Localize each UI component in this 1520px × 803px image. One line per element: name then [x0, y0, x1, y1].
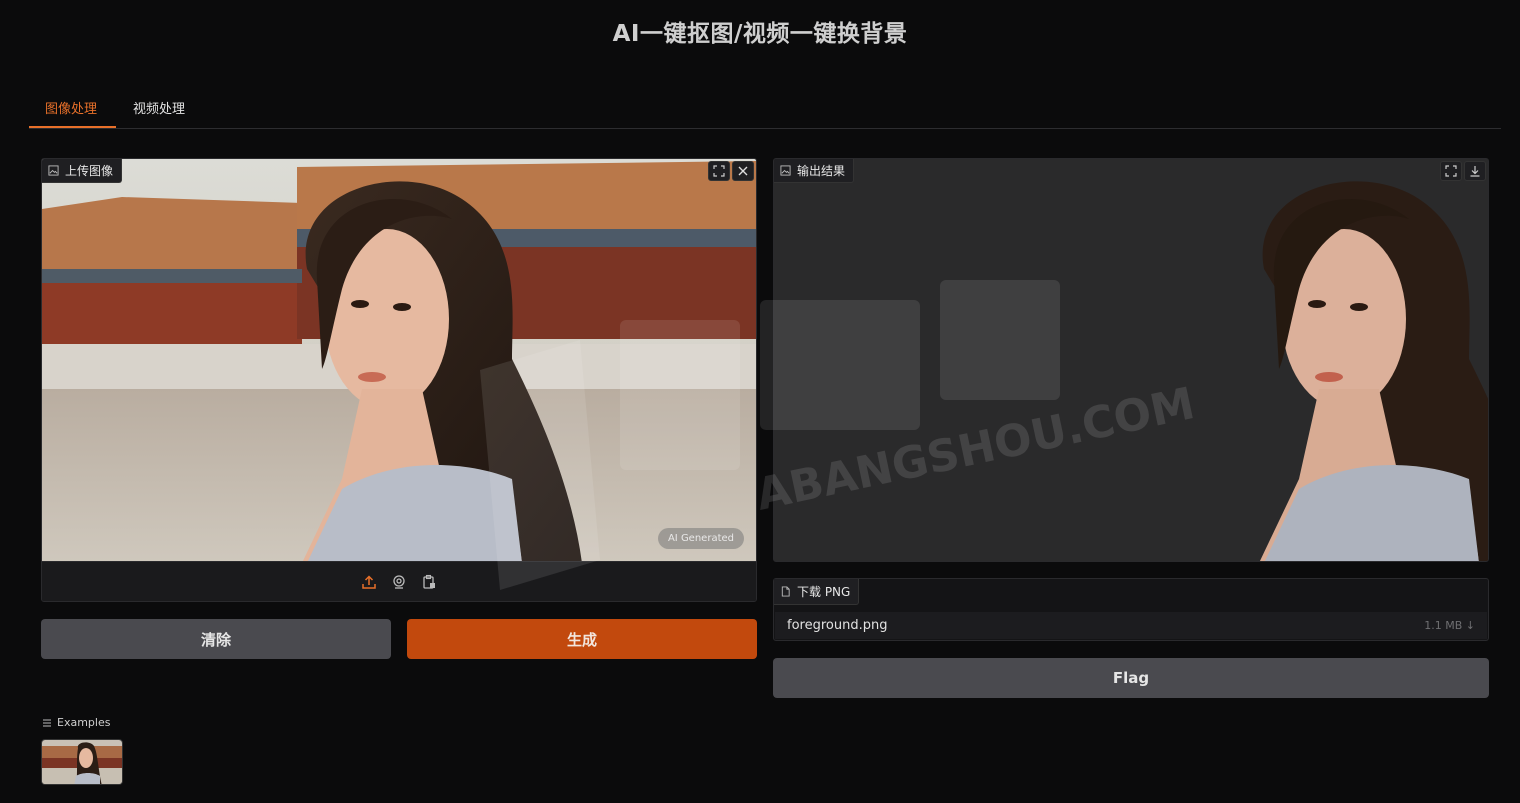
ai-generated-badge: AI Generated	[657, 528, 744, 549]
image-icon	[48, 165, 59, 176]
clipboard-icon	[423, 574, 435, 589]
image-source-toolbar	[42, 561, 756, 601]
clipboard-source-button[interactable]	[420, 573, 438, 591]
clear-button[interactable]: 清除	[41, 619, 391, 659]
output-photo	[774, 159, 1488, 561]
examples-label: Examples	[57, 716, 111, 729]
fullscreen-button[interactable]	[708, 161, 730, 181]
output-panel-actions	[1440, 161, 1486, 181]
flag-button[interactable]: Flag	[773, 658, 1489, 698]
download-png-panel: 下载 PNG foreground.png 1.1 MB ↓	[773, 578, 1489, 641]
output-panel-label-text: 输出结果	[797, 164, 846, 178]
tab-video-processing[interactable]: 视频处理	[133, 96, 203, 128]
clear-image-button[interactable]	[732, 161, 754, 181]
input-panel-actions	[708, 161, 754, 181]
webcam-source-button[interactable]	[390, 573, 408, 591]
upload-icon	[362, 574, 376, 589]
file-icon	[781, 586, 790, 597]
app-title: AI一键抠图/视频一键换背景	[612, 21, 908, 47]
image-icon	[780, 165, 791, 176]
list-icon	[43, 719, 51, 726]
upload-source-button[interactable]	[360, 573, 378, 591]
download-png-label-text: 下载 PNG	[797, 585, 851, 599]
generate-button[interactable]: 生成	[407, 619, 757, 659]
file-name-link[interactable]: foreground.png	[787, 618, 887, 633]
close-icon	[738, 166, 748, 176]
download-png-label: 下载 PNG	[774, 579, 860, 605]
tab-bar: 图像处理 视频处理	[29, 96, 1501, 129]
output-fullscreen-button[interactable]	[1440, 161, 1462, 181]
tab-image-processing[interactable]: 图像处理	[29, 96, 116, 128]
input-image-panel[interactable]: 上传图像 AI Generated	[41, 158, 757, 602]
uploaded-photo	[42, 159, 756, 563]
output-panel-label: 输出结果	[774, 159, 855, 183]
webcam-icon	[393, 574, 405, 589]
example-thumbnail[interactable]	[41, 739, 123, 785]
file-size: 1.1 MB ↓	[1424, 619, 1475, 632]
fullscreen-icon	[713, 165, 725, 177]
output-download-button[interactable]	[1464, 161, 1486, 181]
download-icon	[1470, 166, 1480, 177]
output-image-panel: 输出结果	[773, 158, 1489, 562]
input-panel-label-text: 上传图像	[65, 164, 114, 178]
fullscreen-icon	[1445, 165, 1457, 177]
example-image	[42, 740, 122, 784]
file-row[interactable]: foreground.png 1.1 MB ↓	[775, 612, 1487, 639]
examples-header: Examples	[42, 716, 110, 729]
input-panel-label: 上传图像	[42, 159, 123, 183]
